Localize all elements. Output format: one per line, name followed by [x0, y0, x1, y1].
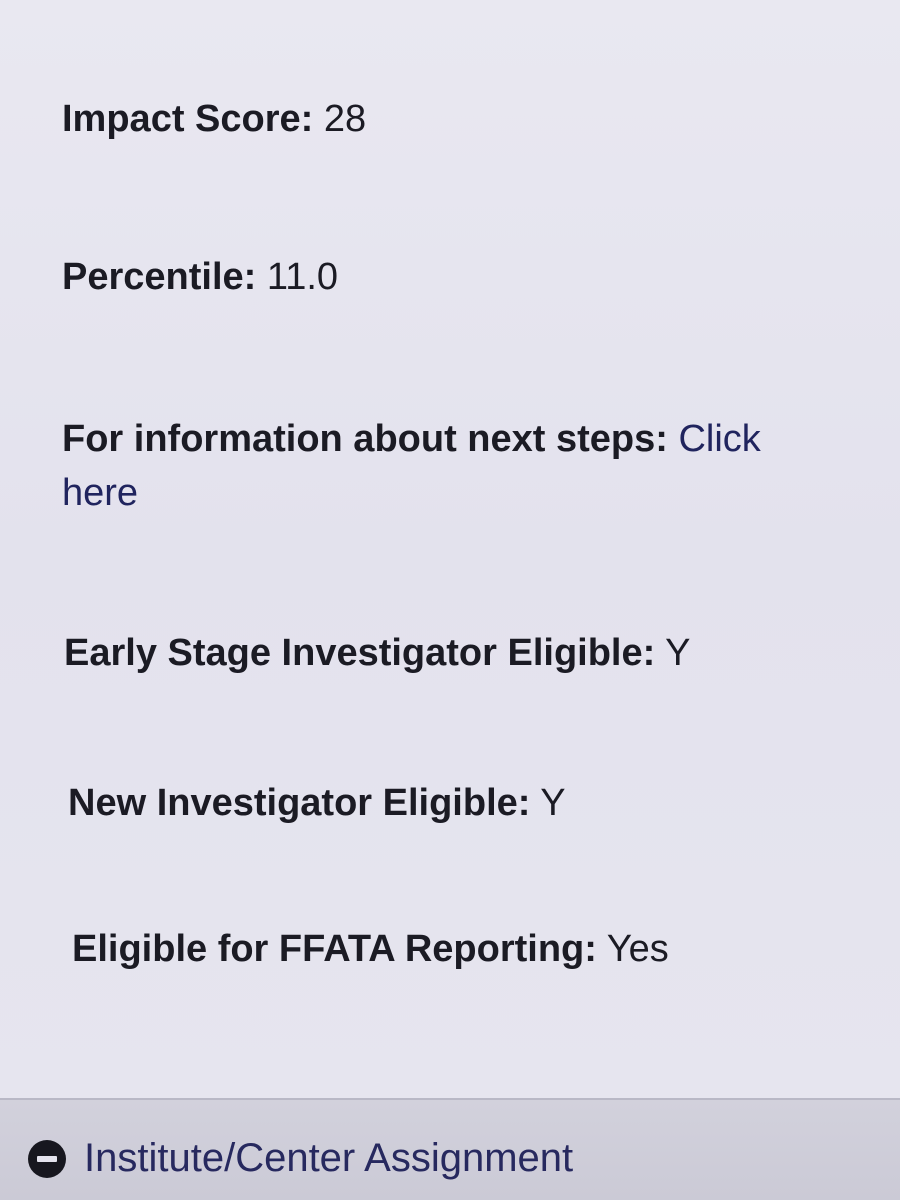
next-steps-link-continued[interactable]: here: [62, 472, 138, 514]
collapse-minus-icon[interactable]: [28, 1139, 66, 1178]
early-stage-investigator-label: Early Stage Investigator Eligible:: [64, 632, 656, 674]
impact-score-row: Impact Score: 28: [62, 92, 366, 146]
percentile-label: Percentile:: [62, 256, 257, 298]
details-panel: Impact Score: 28 Percentile: 11.0 For in…: [0, 0, 900, 1100]
institute-center-assignment-toggle[interactable]: Institute/Center Assignment: [28, 1136, 573, 1181]
new-investigator-row: New Investigator Eligible: Y: [68, 776, 566, 830]
percentile-value: 11.0: [266, 256, 339, 298]
percentile-row: Percentile: 11.0: [62, 250, 338, 304]
next-steps-label: For information about next steps:: [62, 418, 668, 460]
ffata-label: Eligible for FFATA Reporting:: [72, 928, 597, 970]
next-steps-row-cont: here: [62, 466, 138, 520]
impact-score-label: Impact Score:: [62, 98, 314, 140]
new-investigator-label: New Investigator Eligible:: [68, 782, 531, 824]
ffata-row: Eligible for FFATA Reporting: Yes: [72, 922, 669, 976]
early-stage-investigator-row: Early Stage Investigator Eligible: Y: [64, 626, 691, 680]
ffata-value: Yes: [606, 928, 669, 970]
new-investigator-value: Y: [540, 782, 566, 824]
section-title[interactable]: Institute/Center Assignment: [84, 1136, 573, 1181]
impact-score-value: 28: [323, 98, 367, 140]
next-steps-row: For information about next steps: Click: [62, 412, 761, 466]
early-stage-investigator-value: Y: [665, 632, 691, 674]
next-steps-link[interactable]: Click: [678, 418, 760, 460]
